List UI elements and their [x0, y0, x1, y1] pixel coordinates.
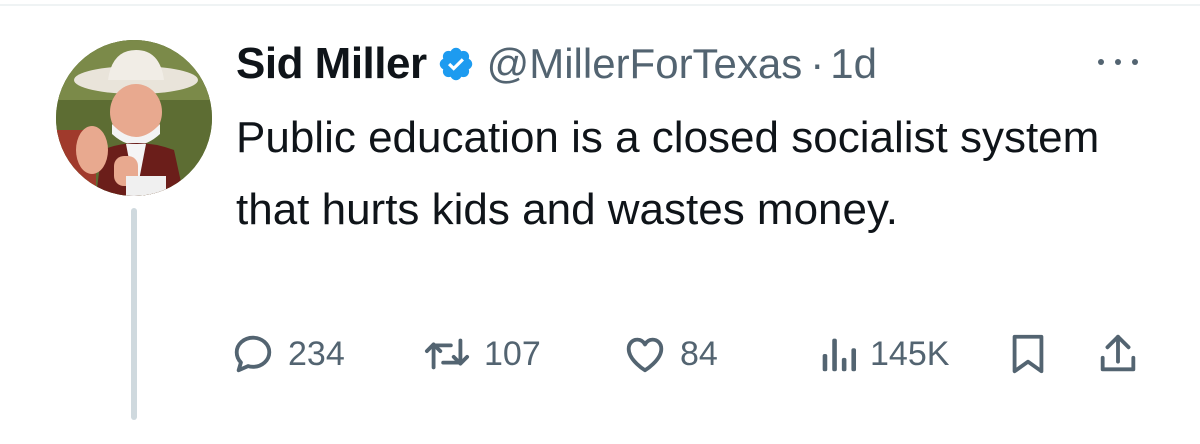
- heart-icon: [626, 337, 664, 373]
- separator-dot: ·: [810, 40, 825, 87]
- reply-icon: [234, 335, 272, 373]
- share-icon: [1100, 334, 1136, 372]
- like-count: 84: [680, 334, 718, 373]
- timestamp[interactable]: 1d: [830, 40, 877, 88]
- views-button[interactable]: 145K: [818, 328, 949, 380]
- retweet-icon: [424, 338, 470, 370]
- share-button[interactable]: [1096, 328, 1140, 380]
- thread-line: [131, 208, 137, 420]
- views-count: 145K: [870, 334, 950, 373]
- reply-count: 234: [288, 334, 345, 373]
- verified-badge-icon[interactable]: [437, 45, 475, 83]
- action-bar: 234 107 84 145K: [230, 328, 1150, 380]
- views-icon: [822, 338, 857, 372]
- more-dot: [1132, 59, 1138, 65]
- avatar-photo: [56, 40, 212, 196]
- avatar[interactable]: [56, 40, 212, 196]
- retweet-count: 107: [484, 334, 541, 373]
- author-name[interactable]: Sid Miller: [236, 39, 427, 89]
- reply-button[interactable]: 234: [230, 328, 345, 380]
- bookmark-icon: [1012, 334, 1044, 374]
- tweet-header: Sid Miller @MillerForTexas · 1d: [236, 36, 877, 92]
- more-icon[interactable]: [1094, 50, 1142, 74]
- bookmark-button[interactable]: [1006, 328, 1050, 380]
- like-button[interactable]: 84: [622, 328, 718, 380]
- author-handle[interactable]: @MillerForTexas: [487, 40, 803, 88]
- retweet-button[interactable]: 107: [422, 328, 541, 380]
- top-divider: [0, 4, 1200, 6]
- more-dot: [1115, 59, 1121, 65]
- tweet-text: Public education is a closed socialist s…: [236, 113, 1100, 234]
- more-dot: [1098, 59, 1104, 65]
